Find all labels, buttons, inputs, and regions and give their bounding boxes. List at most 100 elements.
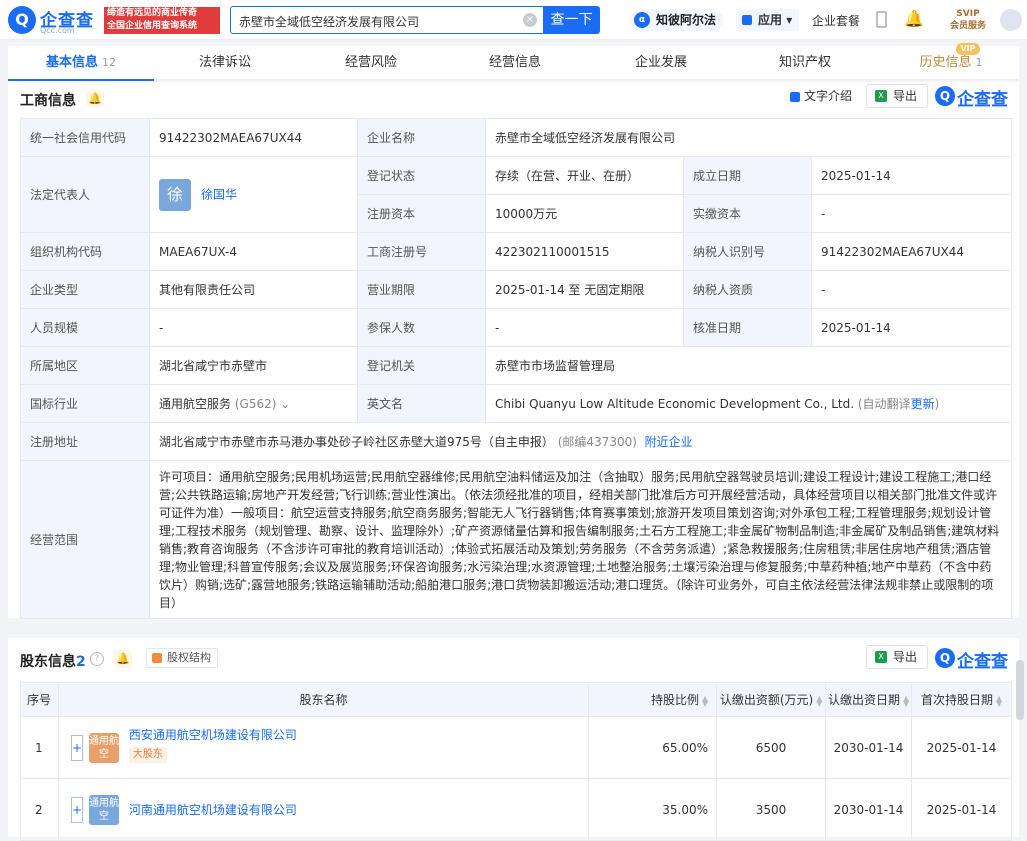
company-type-label: 企业类型: [20, 270, 150, 309]
col-header-ratio[interactable]: 持股比例 ▲ ▼: [588, 682, 717, 717]
tab-ip[interactable]: 知识产权: [732, 46, 878, 80]
shareholder-name-link[interactable]: 西安通用航空机场建设有限公司: [129, 726, 297, 743]
shareholders-panel: 股东信息2 ? 🔔 股权结构 X 导出 Q 企查查 序号 股东名称 持股比例 ▲ ▼ …: [8, 638, 1019, 841]
address-label: 注册地址: [20, 422, 150, 461]
zhibo-alpha-button[interactable]: α 知彼阿尔法: [630, 9, 725, 31]
expand-icon[interactable]: +: [71, 796, 83, 823]
export-label: 导出: [892, 650, 917, 664]
credit-code-value: 91422302MAEA67UX44: [149, 118, 358, 157]
legal-rep-link[interactable]: 徐国华: [201, 187, 237, 201]
header-label: 首次持股日期: [920, 693, 993, 707]
tab-label: 基本信息: [45, 55, 98, 70]
tax-id-value: 91422302MAEA67UX44: [810, 232, 1013, 271]
tab-operation[interactable]: 经营信息: [442, 46, 588, 80]
expand-icon[interactable]: +: [71, 734, 83, 761]
authority-label: 登记机关: [357, 346, 486, 385]
monitor-bell-icon[interactable]: 🔔: [86, 90, 104, 108]
industry-label: 国标行业: [20, 384, 150, 423]
help-icon[interactable]: ?: [90, 652, 104, 666]
shareholder-name-link[interactable]: 河南通用航空机场建设有限公司: [129, 803, 297, 817]
enterprise-suite-link[interactable]: 企业套餐: [812, 12, 860, 29]
business-info-panel: 工商信息 🔔 文字介绍 X 导出 Q 企查查 统一社会信用代码 91422302M…: [8, 82, 1019, 619]
search-input[interactable]: 赤壁市全域低空经济发展有限公司 ×: [230, 6, 544, 34]
tab-legal[interactable]: 法律诉讼: [152, 46, 298, 80]
text-intro-button[interactable]: 文字介绍: [790, 86, 852, 106]
excel-icon: X: [875, 651, 887, 663]
notification-bell-icon[interactable]: 🔔: [904, 10, 924, 28]
staff-size-value: -: [149, 308, 358, 347]
capital-value: 10000万元: [485, 194, 684, 233]
user-avatar[interactable]: [1000, 9, 1022, 31]
address-value: 湖北省咸宁市赤壁市赤马港办事处砂子岭社区赤壁大道975号（自主申报）: [159, 435, 554, 449]
col-header-first-date[interactable]: 首次持股日期 ▲ ▼: [911, 682, 1012, 717]
header-label: 持股比例: [650, 693, 699, 707]
tab-history[interactable]: 历史信息 1: [878, 46, 1024, 80]
svip-service-button[interactable]: SVIP 会员服务: [944, 8, 992, 34]
col-header-amount[interactable]: 认缴出资额(万元) ▲ ▼: [716, 682, 826, 717]
col-header-name: 股东名称: [58, 682, 589, 717]
reg-no-label: 工商注册号: [357, 232, 486, 271]
clear-icon[interactable]: ×: [523, 13, 537, 27]
chevron-down-icon: ▾: [786, 13, 793, 27]
row-no: 1: [20, 716, 59, 779]
tab-development[interactable]: 企业发展: [588, 46, 734, 80]
tab-count: 12: [102, 56, 116, 69]
monitor-bell-icon[interactable]: 🔔: [114, 650, 132, 668]
text-intro-label: 文字介绍: [804, 89, 853, 103]
insured-value: -: [485, 308, 684, 347]
auto-translate-note: (自动翻译: [857, 397, 911, 411]
paid-capital-label: 实缴资本: [683, 194, 812, 233]
qcc-brand: Q 企查查: [935, 646, 1013, 672]
legal-rep-avatar[interactable]: 徐: [159, 178, 191, 211]
apps-menu-button[interactable]: 应用 ▾: [736, 9, 800, 31]
tab-basic-info[interactable]: 基本信息 12: [8, 46, 154, 81]
search-value: 赤壁市全域低空经济发展有限公司: [239, 15, 420, 29]
english-name-cell: Chibi Quanyu Low Altitude Economic Devel…: [484, 384, 1013, 423]
sort-icon: ▲ ▼: [702, 693, 709, 708]
translate-update-link[interactable]: 更新: [911, 397, 935, 411]
qcc-logo[interactable]: Q 企查查 Qcc.com: [8, 4, 100, 36]
industry-cell[interactable]: 通用航空服务 (G562) ⌄: [149, 384, 358, 423]
qcc-logo-icon: Q: [935, 648, 955, 668]
first-date-value: 2025-01-14: [911, 778, 1012, 841]
equity-structure-label: 股权结构: [167, 651, 211, 664]
row-no: 2: [20, 778, 59, 841]
header-label: 认缴出资额(万元): [719, 693, 814, 707]
approve-date-label: 核准日期: [683, 308, 812, 347]
shareholders-count: 2: [76, 654, 86, 670]
qcc-logo-icon: Q: [935, 86, 955, 106]
auto-translate-close: ): [934, 397, 940, 411]
col-header-date[interactable]: 认缴出资日期 ▲ ▼: [825, 682, 912, 717]
qcc-brand-text: 企查查: [957, 652, 1008, 672]
address-cell: 湖北省咸宁市赤壁市赤马港办事处砂子岭社区赤壁大道975号（自主申报） (邮编43…: [148, 422, 1013, 461]
tax-qual-label: 纳税人资质: [683, 270, 812, 309]
section-title: 工商信息: [20, 93, 76, 109]
svip-label: SVIP: [956, 9, 980, 19]
tab-risk[interactable]: 经营风险: [298, 46, 444, 80]
excel-icon: X: [875, 90, 887, 102]
org-code-value: MAEA67UX-4: [149, 232, 358, 271]
legal-rep-cell: 徐徐国华: [149, 156, 358, 233]
export-button[interactable]: X 导出: [866, 84, 928, 108]
zhibo-label: 知彼阿尔法: [656, 13, 717, 27]
export-button[interactable]: X 导出: [866, 645, 928, 669]
region-label: 所属地区: [20, 346, 150, 385]
staff-size-label: 人员规模: [20, 308, 150, 347]
equity-structure-button[interactable]: 股权结构: [146, 648, 218, 668]
page-scrollbar[interactable]: [1016, 660, 1024, 720]
subscribe-date-value: 2030-01-14: [825, 778, 912, 841]
amount-value: 3500: [716, 778, 826, 841]
subscribe-date-value: 2030-01-14: [825, 716, 912, 779]
slogan-banner: 缔造有远见的商业传奇 全国企业信用查询系统: [104, 7, 220, 34]
term-value: 2025-01-14 至 无固定期限: [485, 270, 684, 309]
col-header-no: 序号: [20, 682, 59, 717]
status-value: 存续（在营、开业、在册）: [485, 156, 684, 195]
nearby-companies-link[interactable]: 附近企业: [645, 435, 693, 449]
grid-icon: [742, 15, 752, 25]
mobile-icon[interactable]: [876, 11, 887, 28]
search-button[interactable]: 查一下: [543, 6, 600, 34]
structure-icon: [152, 653, 162, 663]
legal-rep-label: 法定代表人: [20, 156, 150, 233]
company-name-value: 赤壁市全域低空经济发展有限公司: [484, 118, 1013, 157]
found-date-value: 2025-01-14: [810, 156, 1013, 195]
